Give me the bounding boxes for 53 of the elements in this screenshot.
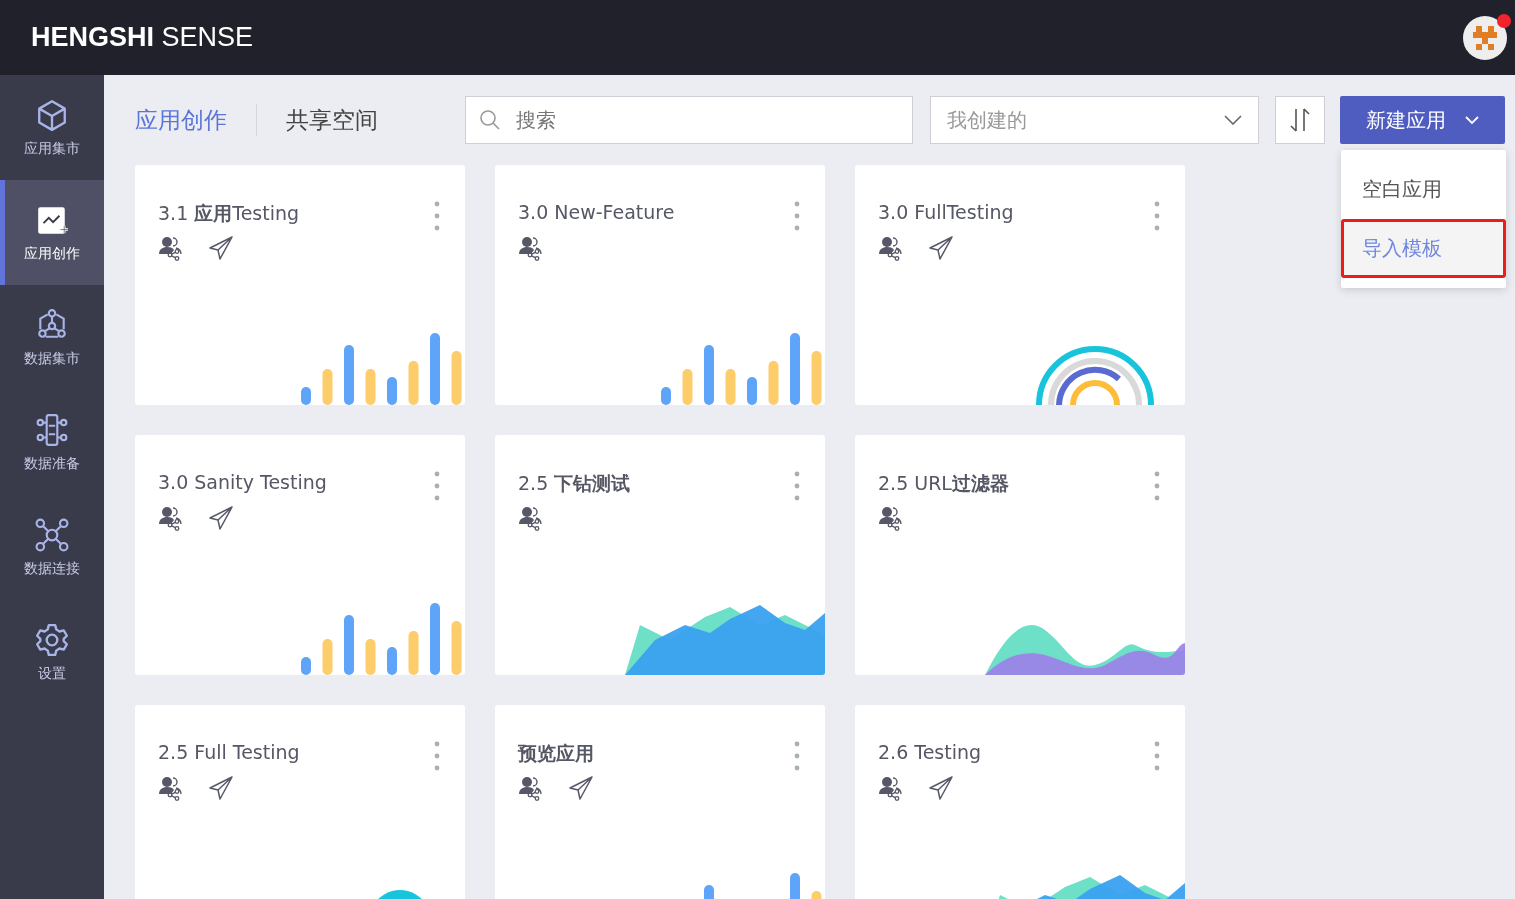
app-card[interactable]: 3.0 New-Feature [495, 165, 825, 405]
app-title: 3.1 应用Testing [158, 201, 300, 226]
sidebar-item[interactable]: 数据集市 [0, 285, 104, 390]
paper-plane-icon[interactable] [928, 235, 954, 261]
share-users-icon[interactable] [158, 775, 184, 801]
share-users-icon[interactable] [518, 505, 544, 531]
app-title: 2.6 Testing [878, 741, 982, 763]
logo: HENGSHI SENSE [31, 22, 254, 53]
app-card[interactable]: 2.6 Testing [855, 705, 1185, 899]
share-users-icon[interactable] [878, 235, 904, 261]
app-title: 3.0 Sanity Testing [158, 471, 327, 493]
share-users-icon[interactable] [158, 505, 184, 531]
app-card[interactable]: 2.5 Full Testing [135, 705, 465, 899]
tab[interactable]: 共享空间 [286, 104, 378, 136]
tab[interactable]: 应用创作 [135, 104, 227, 136]
paper-plane-icon[interactable] [208, 235, 234, 261]
menu-item[interactable]: 空白应用 [1341, 160, 1506, 219]
app-title: 预览应用 [518, 741, 594, 766]
app-card[interactable]: 3.1 应用Testing [135, 165, 465, 405]
sidebar-item[interactable]: 应用创作 [0, 180, 104, 285]
share-users-icon[interactable] [518, 235, 544, 261]
paper-plane-icon[interactable] [208, 505, 234, 531]
network-icon [35, 517, 69, 552]
sidebar-item[interactable]: 设置 [0, 600, 104, 705]
sort-button[interactable] [1275, 96, 1325, 144]
paper-plane-icon[interactable] [928, 775, 954, 801]
app-card[interactable]: 2.5 URL过滤器 [855, 435, 1185, 675]
app-title: 3.0 New-Feature [518, 201, 675, 223]
chevron-down-icon [1463, 115, 1480, 125]
paper-plane-icon[interactable] [568, 775, 594, 801]
app-title: 2.5 URL过滤器 [878, 471, 1009, 496]
sidebar-item[interactable]: 数据连接 [0, 495, 104, 600]
app-card[interactable]: 3.0 Sanity Testing [135, 435, 465, 675]
sidebar-item[interactable]: 数据准备 [0, 390, 104, 495]
sort-arrows-icon [1289, 107, 1311, 133]
settings-icon [35, 622, 69, 657]
app-card[interactable]: 3.0 FullTesting [855, 165, 1185, 405]
new-app-button[interactable]: 新建应用 [1340, 96, 1505, 144]
paper-plane-icon[interactable] [208, 775, 234, 801]
share-users-icon[interactable] [518, 775, 544, 801]
share-users-icon[interactable] [158, 235, 184, 261]
app-card[interactable]: 预览应用 [495, 705, 825, 899]
cube-icon [35, 97, 69, 132]
chevron-down-icon [1224, 115, 1242, 125]
app-card[interactable]: 2.5 下钻测试 [495, 435, 825, 675]
share-users-icon[interactable] [878, 775, 904, 801]
app-title: 2.5 Full Testing [158, 741, 300, 763]
app-title: 2.5 下钻测试 [518, 471, 631, 496]
search-field[interactable]: 搜索 [465, 96, 913, 144]
pipeline-nodes-icon [35, 412, 69, 447]
sidebar-item[interactable]: 应用集市 [0, 75, 104, 180]
app-title: 3.0 FullTesting [878, 201, 1014, 223]
share-users-icon[interactable] [878, 505, 904, 531]
